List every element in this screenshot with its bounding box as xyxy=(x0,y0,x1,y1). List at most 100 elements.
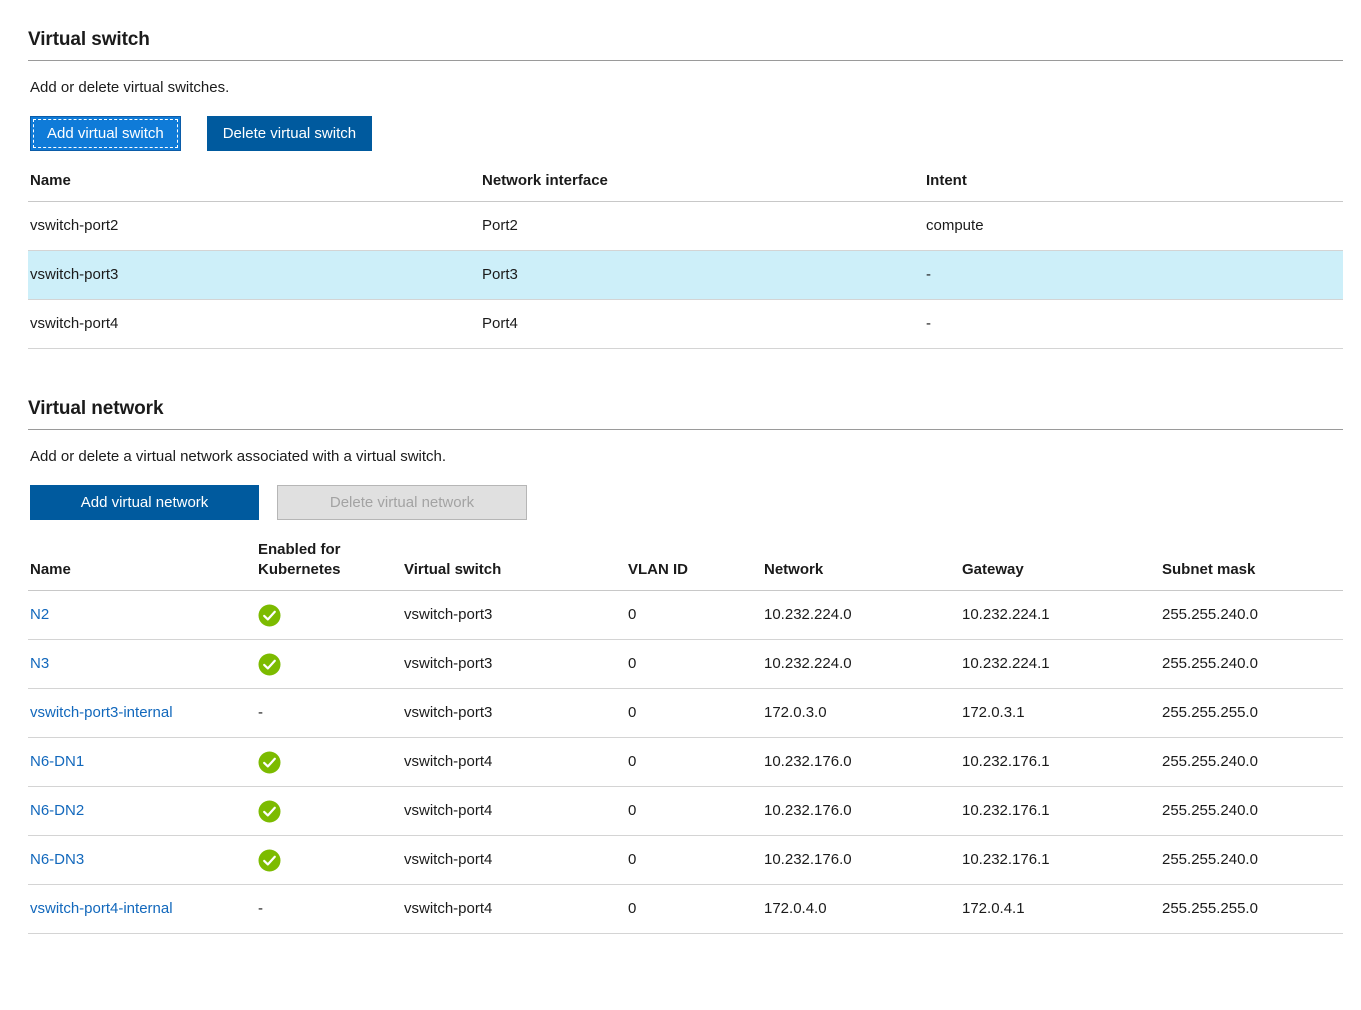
virtual-network-actions: Add virtual network Delete virtual netwo… xyxy=(30,485,1343,520)
cell-subnet-mask: 255.255.255.0 xyxy=(1160,885,1343,934)
virtual-network-table-body: N2vswitch-port3010.232.224.010.232.224.1… xyxy=(28,591,1343,934)
cell-subnet-mask: 255.255.240.0 xyxy=(1160,640,1343,689)
delete-virtual-switch-button[interactable]: Delete virtual switch xyxy=(207,116,372,151)
cell-vlan-id: 0 xyxy=(626,836,762,885)
cell-enabled-for-kubernetes xyxy=(256,640,402,689)
cell-name: vswitch-port3-internal xyxy=(28,689,256,738)
cell-network-interface: Port4 xyxy=(480,300,924,349)
table-row[interactable]: N6-DN3 vswitch-port4010.232.176.010.232.1… xyxy=(28,836,1343,885)
cell-subnet-mask: 255.255.240.0 xyxy=(1160,591,1343,640)
column-header-enabled-for-kubernetes: Enabled for Kubernetes xyxy=(256,540,402,591)
cell-name: vswitch-port4-internal xyxy=(28,885,256,934)
column-header-subnet-mask: Subnet mask xyxy=(1160,540,1343,591)
virtual-switch-section: Virtual switch Add or delete virtual swi… xyxy=(28,0,1343,349)
cell-enabled-for-kubernetes xyxy=(256,738,402,787)
virtual-switch-table: Name Network interface Intent vswitch-po… xyxy=(28,171,1343,349)
table-row[interactable]: N6-DN1vswitch-port4010.232.176.010.232.1… xyxy=(28,738,1343,787)
cell-name: N6-DN3 xyxy=(28,836,256,885)
virtual-network-name-link[interactable]: N3 xyxy=(30,655,49,672)
virtual-network-table: Name Enabled for Kubernetes Virtual swit… xyxy=(28,540,1343,934)
cell-vlan-id: 0 xyxy=(626,787,762,836)
check-circle-icon xyxy=(258,751,281,774)
virtual-network-name-link[interactable]: vswitch-port4-internal xyxy=(30,900,173,917)
add-virtual-switch-button[interactable]: Add virtual switch xyxy=(30,116,181,151)
table-row[interactable]: vswitch-port4 Port4 - xyxy=(28,300,1343,349)
cell-name: vswitch-port2 xyxy=(28,202,480,251)
check-circle-icon xyxy=(258,604,281,627)
cell-network: 172.0.4.0 xyxy=(762,885,960,934)
column-header-virtual-switch: Virtual switch xyxy=(402,540,626,591)
virtual-switch-title-divider xyxy=(28,60,1343,61)
cell-name: vswitch-port4 xyxy=(28,300,480,349)
cell-network: 10.232.224.0 xyxy=(762,640,960,689)
cell-vlan-id: 0 xyxy=(626,885,762,934)
cell-vlan-id: 0 xyxy=(626,591,762,640)
table-row[interactable]: vswitch-port4-internal-vswitch-port40172… xyxy=(28,885,1343,934)
table-row[interactable]: vswitch-port3-internal-vswitch-port30172… xyxy=(28,689,1343,738)
table-row[interactable]: vswitch-port2 Port2 compute xyxy=(28,202,1343,251)
cell-subnet-mask: 255.255.240.0 xyxy=(1160,836,1343,885)
cell-virtual-switch: vswitch-port3 xyxy=(402,591,626,640)
add-virtual-network-button[interactable]: Add virtual network xyxy=(30,485,259,520)
virtual-switch-table-body: vswitch-port2 Port2 compute vswitch-port… xyxy=(28,202,1343,349)
table-row[interactable]: N2 vswitch-port3010.232.224.010.232.224.1… xyxy=(28,591,1343,640)
cell-virtual-switch: vswitch-port4 xyxy=(402,885,626,934)
cell-name: N2 xyxy=(28,591,256,640)
cell-network: 172.0.3.0 xyxy=(762,689,960,738)
cell-vlan-id: 0 xyxy=(626,640,762,689)
cell-network: 10.232.176.0 xyxy=(762,836,960,885)
cell-virtual-switch: vswitch-port4 xyxy=(402,738,626,787)
cell-gateway: 10.232.176.1 xyxy=(960,787,1160,836)
virtual-switch-table-header-row: Name Network interface Intent xyxy=(28,171,1343,202)
cell-gateway: 10.232.224.1 xyxy=(960,591,1160,640)
cell-vlan-id: 0 xyxy=(626,738,762,787)
table-row[interactable]: vswitch-port3 Port3 - xyxy=(28,251,1343,300)
virtual-network-table-header-row: Name Enabled for Kubernetes Virtual swit… xyxy=(28,540,1343,591)
virtual-network-name-link[interactable]: vswitch-port3-internal xyxy=(30,704,173,721)
cell-intent: compute xyxy=(924,202,1343,251)
cell-network: 10.232.176.0 xyxy=(762,787,960,836)
cell-virtual-switch: vswitch-port4 xyxy=(402,836,626,885)
virtual-network-name-link[interactable]: N2 xyxy=(30,606,49,623)
cell-name: N6-DN2 xyxy=(28,787,256,836)
column-header-gateway: Gateway xyxy=(960,540,1160,591)
cell-subnet-mask: 255.255.255.0 xyxy=(1160,689,1343,738)
cell-subnet-mask: 255.255.240.0 xyxy=(1160,787,1343,836)
cell-name: vswitch-port3 xyxy=(28,251,480,300)
cell-enabled-for-kubernetes xyxy=(256,591,402,640)
enabled-dash: - xyxy=(258,900,263,917)
table-row[interactable]: N6-DN2 vswitch-port4010.232.176.010.232.1… xyxy=(28,787,1343,836)
cell-intent: - xyxy=(924,251,1343,300)
cell-enabled-for-kubernetes: - xyxy=(256,885,402,934)
cell-enabled-for-kubernetes xyxy=(256,787,402,836)
delete-virtual-network-button: Delete virtual network xyxy=(277,485,527,520)
check-circle-icon xyxy=(258,653,281,676)
virtual-network-description: Add or delete a virtual network associat… xyxy=(30,447,1343,467)
column-header-name: Name xyxy=(28,171,480,202)
cell-network: 10.232.224.0 xyxy=(762,591,960,640)
virtual-switch-title: Virtual switch xyxy=(28,26,1343,52)
virtual-network-title-divider xyxy=(28,429,1343,430)
column-header-name: Name xyxy=(28,540,256,591)
virtual-switch-actions: Add virtual switch Delete virtual switch xyxy=(30,116,1343,151)
virtual-network-name-link[interactable]: N6-DN1 xyxy=(30,753,84,770)
column-header-intent: Intent xyxy=(924,171,1343,202)
cell-virtual-switch: vswitch-port3 xyxy=(402,640,626,689)
virtual-network-name-link[interactable]: N6-DN3 xyxy=(30,851,84,868)
cell-vlan-id: 0 xyxy=(626,689,762,738)
virtual-network-name-link[interactable]: N6-DN2 xyxy=(30,802,84,819)
cell-gateway: 172.0.4.1 xyxy=(960,885,1160,934)
cell-gateway: 10.232.176.1 xyxy=(960,836,1160,885)
cell-name: N3 xyxy=(28,640,256,689)
table-row[interactable]: N3 vswitch-port3010.232.224.010.232.224.1… xyxy=(28,640,1343,689)
settings-page: Virtual switch Add or delete virtual swi… xyxy=(0,0,1361,1010)
cell-gateway: 10.232.224.1 xyxy=(960,640,1160,689)
check-circle-icon xyxy=(258,800,281,823)
cell-name: N6-DN1 xyxy=(28,738,256,787)
check-circle-icon xyxy=(258,849,281,872)
cell-gateway: 172.0.3.1 xyxy=(960,689,1160,738)
enabled-dash: - xyxy=(258,704,263,721)
virtual-switch-description: Add or delete virtual switches. xyxy=(30,78,1343,98)
cell-virtual-switch: vswitch-port4 xyxy=(402,787,626,836)
cell-network: 10.232.176.0 xyxy=(762,738,960,787)
